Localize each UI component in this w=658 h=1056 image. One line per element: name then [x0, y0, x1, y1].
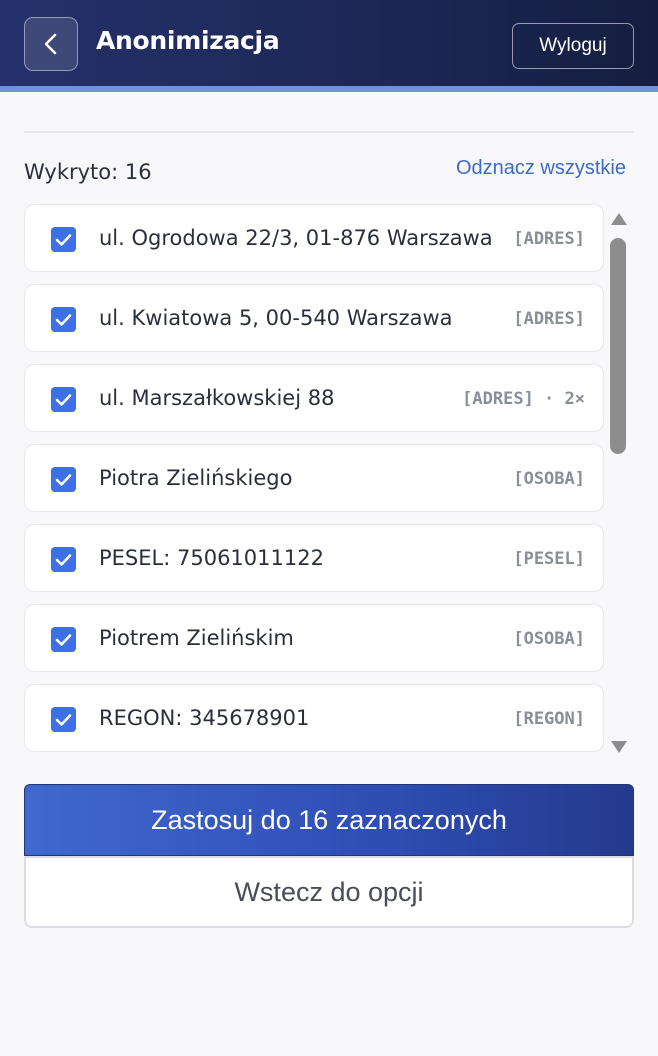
- checkmark-icon: [55, 713, 72, 726]
- detected-items-list[interactable]: ul. Ogrodowa 22/3, 01-876 Warszawa [ADRE…: [24, 204, 604, 760]
- app-header: Anonimizacja Wyloguj: [0, 0, 658, 86]
- item-text: ul. Kwiatowa 5, 00-540 Warszawa: [99, 306, 453, 330]
- item-text: Piotra Zielińskiego: [99, 466, 293, 490]
- item-text: Piotrem Zielińskim: [99, 626, 294, 650]
- logout-button[interactable]: Wyloguj: [512, 23, 634, 69]
- back-to-options-button[interactable]: Wstecz do opcji: [24, 856, 634, 928]
- item-text: REGON: 345678901: [99, 706, 310, 730]
- checkmark-icon: [55, 553, 72, 566]
- chevron-left-icon: [44, 33, 57, 55]
- list-item[interactable]: Piotrem Zielińskim [OSOBA]: [24, 604, 604, 672]
- item-text: PESEL: 75061011122: [99, 546, 324, 570]
- item-tag: [REGON]: [513, 709, 585, 729]
- item-checkbox[interactable]: [51, 227, 76, 252]
- divider: [24, 131, 634, 133]
- list-item[interactable]: REGON: 345678901 [REGON]: [24, 684, 604, 752]
- back-button[interactable]: [24, 17, 78, 71]
- checkmark-icon: [55, 473, 72, 486]
- header-accent-bar: [0, 86, 658, 92]
- item-tag: [ADRES]: [513, 309, 585, 329]
- item-tag: [OSOBA]: [513, 629, 585, 649]
- item-checkbox[interactable]: [51, 547, 76, 572]
- detected-count: Wykryto: 16: [24, 160, 152, 184]
- list-item[interactable]: Piotra Zielińskiego [OSOBA]: [24, 444, 604, 512]
- list-item[interactable]: ul. Kwiatowa 5, 00-540 Warszawa [ADRES]: [24, 284, 604, 352]
- list-item[interactable]: ul. Ogrodowa 22/3, 01-876 Warszawa [ADRE…: [24, 204, 604, 272]
- item-checkbox[interactable]: [51, 467, 76, 492]
- item-checkbox[interactable]: [51, 387, 76, 412]
- item-tag: [ADRES]: [513, 229, 585, 249]
- checkmark-icon: [55, 233, 72, 246]
- item-checkbox[interactable]: [51, 307, 76, 332]
- scrollbar-thumb[interactable]: [610, 238, 626, 454]
- checkmark-icon: [55, 393, 72, 406]
- triangle-up-icon[interactable]: [610, 212, 628, 226]
- item-checkbox[interactable]: [51, 707, 76, 732]
- item-tag: [ADRES] · 2×: [462, 389, 585, 409]
- page-title: Anonimizacja: [96, 26, 280, 55]
- item-tag: [PESEL]: [513, 549, 585, 569]
- scrollbar[interactable]: [606, 204, 632, 760]
- item-checkbox[interactable]: [51, 627, 76, 652]
- deselect-all-link[interactable]: Odznacz wszystkie: [456, 157, 626, 180]
- item-text: ul. Ogrodowa 22/3, 01-876 Warszawa: [99, 226, 493, 250]
- checkmark-icon: [55, 633, 72, 646]
- apply-button[interactable]: Zastosuj do 16 zaznaczonych: [24, 784, 634, 856]
- item-text: ul. Marszałkowskiej 88: [99, 386, 335, 410]
- item-tag: [OSOBA]: [513, 469, 585, 489]
- list-item[interactable]: ul. Marszałkowskiej 88 [ADRES] · 2×: [24, 364, 604, 432]
- checkmark-icon: [55, 313, 72, 326]
- list-item[interactable]: PESEL: 75061011122 [PESEL]: [24, 524, 604, 592]
- triangle-down-icon[interactable]: [610, 740, 628, 754]
